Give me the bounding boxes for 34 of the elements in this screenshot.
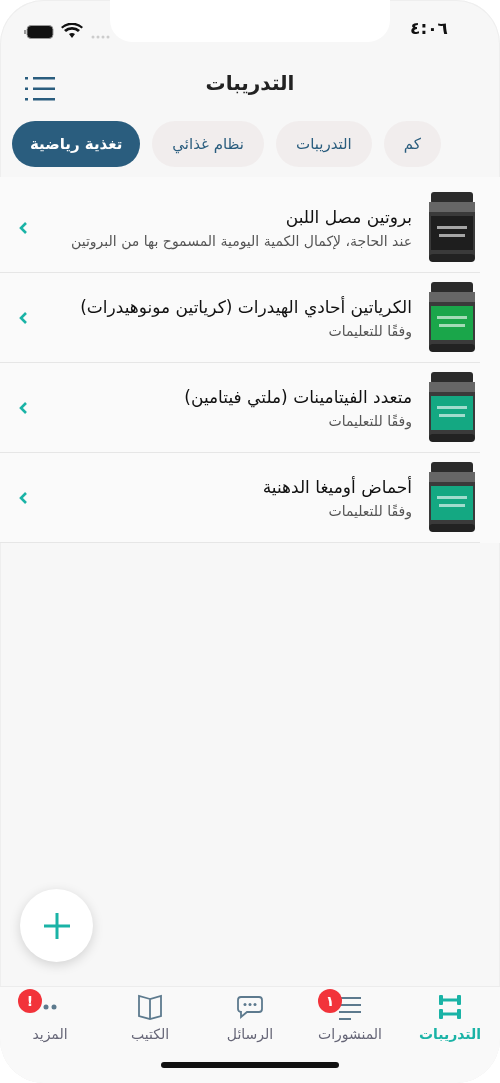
plus-icon [42, 911, 71, 940]
category-tab[interactable]: نظام غذائي [152, 121, 264, 167]
category-tab[interactable]: التدريبات [276, 121, 372, 167]
item-title: الكرياتين أحادي الهيدرات (كرياتين مونوهيدرات) [79, 296, 412, 317]
chevron-icon[interactable] [18, 490, 28, 505]
item-subtitle: وفقًا للتعليمات [327, 412, 412, 429]
status-time: ٤:٠٦ [410, 18, 448, 38]
menu-icon[interactable] [25, 77, 55, 101]
item-title: أحماض أوميغا الدهنية [261, 476, 412, 497]
item-subtitle: وفقًا للتعليمات [327, 502, 412, 519]
category-tab[interactable]: كم [383, 121, 441, 167]
more-icon [43, 1004, 57, 1010]
nav-tab[interactable]: المزيد ! [0, 987, 100, 1049]
notification-badge: ! [18, 989, 42, 1013]
chevron-icon[interactable] [18, 220, 28, 235]
battery-icon [24, 24, 56, 40]
item-title: متعدد الفيتامينات (ملتي فيتامين) [183, 386, 412, 407]
item-subtitle: وفقًا للتعليمات [327, 322, 412, 339]
nav-tab[interactable]: الرسائل [200, 987, 300, 1049]
list-icon [337, 994, 363, 1020]
book-icon [137, 994, 163, 1020]
nav-tab[interactable]: الكتيب [100, 987, 200, 1049]
dumbbell-icon [437, 994, 463, 1020]
chat-icon [237, 994, 263, 1020]
nav-tab[interactable]: المنشورات ١ [300, 987, 400, 1049]
item-subtitle: عند الحاجة، لإكمال الكمية اليومية المسموح بها من البروتين [70, 232, 412, 249]
item-title: بروتين مصل اللبن [284, 206, 412, 227]
chevron-icon[interactable] [18, 400, 28, 415]
add-button[interactable] [20, 889, 93, 962]
notification-badge: ١ [318, 989, 342, 1013]
screen-title: التدريبات [205, 70, 295, 95]
category-tab[interactable]: تغذية رياضية [12, 121, 141, 167]
wifi-icon [61, 23, 83, 39]
chevron-icon[interactable] [18, 310, 28, 325]
